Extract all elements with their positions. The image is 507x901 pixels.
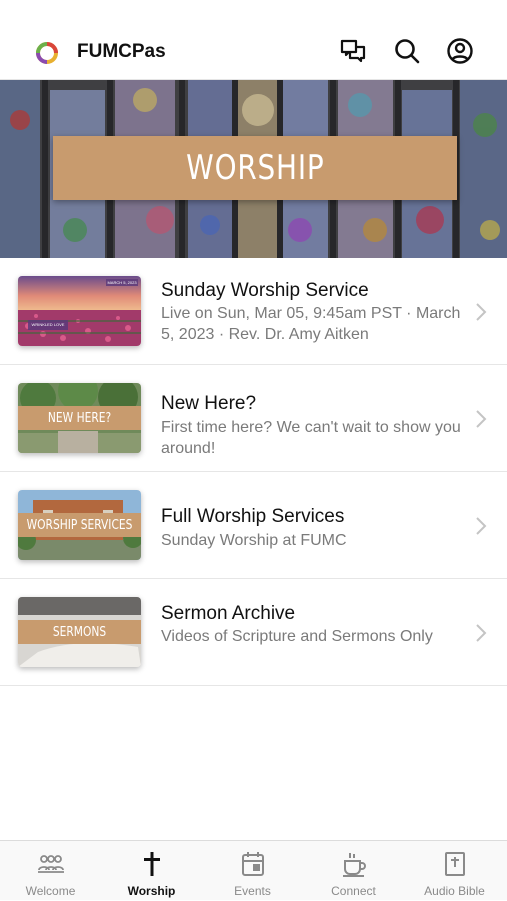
cross-icon <box>144 852 160 876</box>
tab-label: Connect <box>331 884 376 898</box>
tab-events[interactable]: Events <box>202 841 303 901</box>
app-header: FUMCPas <box>0 0 507 80</box>
thumb-text: SERMONS <box>52 624 107 640</box>
row-title: Full Worship Services <box>161 506 345 527</box>
tab-connect[interactable]: Connect <box>303 841 404 901</box>
tab-label: Worship <box>127 884 176 898</box>
row-subtitle: First time here? We can't wait to show y… <box>161 419 461 457</box>
bottom-tab-bar: Welcome Worship Events Connect Audio Bib… <box>0 840 507 900</box>
thumb-caption: WRINKLED LOVE <box>31 322 65 327</box>
sermons-thumbnail: SERMONS <box>18 597 141 667</box>
hero-banner-text: WORSHIP <box>185 148 325 188</box>
new-here-thumbnail: NEW HERE? <box>18 383 141 453</box>
list-item-sunday-worship[interactable]: MARCH 5, 2023 WRINKLED LOVE Sunday Worsh… <box>0 258 507 365</box>
row-title: New Here? <box>161 393 257 414</box>
worship-list: MARCH 5, 2023 WRINKLED LOVE Sunday Worsh… <box>0 258 507 686</box>
tab-label: Welcome <box>25 884 76 898</box>
sunday-worship-thumbnail: MARCH 5, 2023 WRINKLED LOVE <box>18 276 141 346</box>
coffee-cup-icon <box>343 853 366 877</box>
worship-hero-banner: WORSHIP <box>0 80 507 258</box>
tab-welcome[interactable]: Welcome <box>0 841 101 901</box>
row-subtitle: Live on Sun, Mar 05, 9:45am PST · March … <box>161 305 461 343</box>
list-item-full-worship-services[interactable]: WORSHIP SERVICES Full Worship Services S… <box>0 472 507 579</box>
thumb-label-band: NEW HERE? <box>18 406 141 430</box>
tab-label: Audio Bible <box>424 884 485 898</box>
row-title: Sunday Worship Service <box>161 280 369 301</box>
list-item-new-here[interactable]: NEW HERE? New Here? First time here? We … <box>0 365 507 472</box>
list-item-sermon-archive[interactable]: SERMONS Sermon Archive Videos of Scriptu… <box>0 579 507 686</box>
thumb-label-band: WORSHIP SERVICES <box>18 513 141 537</box>
church-logo-icon <box>36 42 58 64</box>
chevron-right-icon <box>476 517 487 535</box>
search-icon[interactable] <box>393 37 421 65</box>
thumb-text: NEW HERE? <box>47 410 112 426</box>
people-icon <box>38 855 64 873</box>
bible-icon <box>445 852 465 876</box>
calendar-icon <box>242 852 264 876</box>
row-subtitle: Videos of Scripture and Sermons Only <box>161 628 433 645</box>
chevron-right-icon <box>476 303 487 321</box>
row-title: Sermon Archive <box>161 603 296 624</box>
chevron-right-icon <box>476 624 487 642</box>
app-title: FUMCPas <box>77 41 166 62</box>
worship-services-thumbnail: WORSHIP SERVICES <box>18 490 141 560</box>
thumb-date-label: MARCH 5, 2023 <box>107 280 137 285</box>
row-subtitle: Sunday Worship at FUMC <box>161 532 347 549</box>
worship-banner: WORSHIP <box>53 136 457 200</box>
tab-label: Events <box>234 884 271 898</box>
thumb-label-band: SERMONS <box>18 620 141 644</box>
tab-worship[interactable]: Worship <box>101 841 202 901</box>
chevron-right-icon <box>476 410 487 428</box>
profile-icon[interactable] <box>446 37 474 65</box>
tab-audio-bible[interactable]: Audio Bible <box>404 841 505 901</box>
chat-icon[interactable] <box>339 37 367 65</box>
thumb-text: WORSHIP SERVICES <box>26 517 133 533</box>
